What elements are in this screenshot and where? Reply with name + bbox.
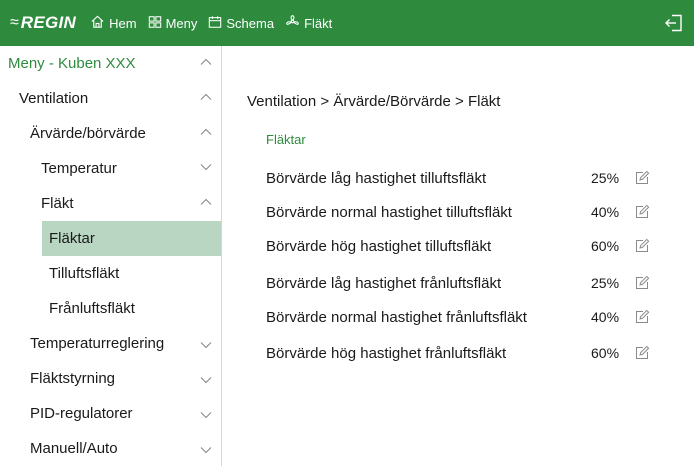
top-nav: Hem Meny Schema Fläkt bbox=[90, 14, 343, 32]
chevron-down-icon bbox=[200, 447, 212, 454]
setting-value: 40% bbox=[591, 204, 620, 220]
edit-icon[interactable] bbox=[634, 170, 650, 186]
home-icon bbox=[90, 14, 105, 32]
chevron-up-icon bbox=[200, 198, 212, 205]
brand-logo: REGIN bbox=[20, 13, 77, 32]
setting-row: Börvärde hög hastighet tilluftsfläkt 60% bbox=[223, 229, 694, 263]
setting-value: 60% bbox=[591, 238, 620, 254]
nav-item-hem[interactable]: Hem bbox=[90, 14, 137, 32]
setting-row: Börvärde normal hastighet tilluftsfläkt … bbox=[223, 195, 694, 229]
sidebar-item-tilluftsflakt[interactable]: Tilluftsfläkt bbox=[0, 256, 221, 291]
fan-icon bbox=[285, 14, 300, 32]
setting-label: Börvärde normal hastighet frånluftsfläkt bbox=[266, 308, 527, 326]
edit-icon[interactable] bbox=[634, 309, 650, 325]
nav-label: Meny bbox=[165, 15, 198, 31]
edit-icon[interactable] bbox=[634, 238, 650, 254]
sidebar-item-label: Temperatur bbox=[41, 160, 117, 177]
chevron-up-icon bbox=[200, 128, 212, 135]
sidebar-item-label: Manuell/Auto bbox=[30, 440, 118, 457]
sidebar-item-temperatur[interactable]: Temperatur bbox=[0, 151, 221, 186]
edit-icon[interactable] bbox=[634, 345, 650, 361]
setting-value: 40% bbox=[591, 309, 620, 325]
chevron-down-icon bbox=[200, 377, 212, 384]
sidebar-item-ventilation[interactable]: Ventilation bbox=[0, 81, 221, 116]
regin-waves-icon: ≈ bbox=[10, 14, 19, 31]
nav-label: Fläkt bbox=[304, 15, 333, 31]
sidebar-title[interactable]: Meny - Kuben XXX bbox=[0, 46, 221, 81]
setting-label: Börvärde normal hastighet tilluftsfläkt bbox=[266, 203, 512, 221]
edit-icon[interactable] bbox=[634, 275, 650, 291]
sidebar-item-temperaturreglering[interactable]: Temperaturreglering bbox=[0, 326, 221, 361]
section-title: Fläktar bbox=[266, 132, 306, 147]
grid-icon bbox=[148, 15, 162, 32]
setting-label: Börvärde hög hastighet tilluftsfläkt bbox=[266, 237, 492, 255]
nav-label: Schema bbox=[226, 15, 275, 31]
sidebar-item-label: Frånluftsfläkt bbox=[49, 300, 135, 317]
logout-icon[interactable] bbox=[664, 13, 684, 33]
setting-row: Börvärde låg hastighet frånluftsfläkt 25… bbox=[223, 266, 694, 300]
sidebar-title-label: Meny - Kuben XXX bbox=[8, 55, 136, 72]
top-bar: ≈ REGIN Hem Meny Schema Fläkt bbox=[0, 0, 694, 46]
setting-label: Börvärde låg hastighet tilluftsfläkt bbox=[266, 169, 487, 187]
nav-item-schema[interactable]: Schema bbox=[208, 15, 274, 32]
calendar-icon bbox=[208, 15, 222, 32]
setting-row: Börvärde normal hastighet frånluftsfläkt… bbox=[223, 300, 694, 334]
sidebar-item-flakt[interactable]: Fläkt bbox=[0, 186, 221, 221]
nav-label: Hem bbox=[109, 15, 137, 31]
chevron-up-icon bbox=[200, 93, 212, 100]
setting-label: Börvärde hög hastighet frånluftsfläkt bbox=[266, 344, 507, 362]
sidebar-item-pid-regulatorer[interactable]: PID-regulatorer bbox=[0, 396, 221, 431]
sidebar: Meny - Kuben XXX Ventilation Ärvärde/bör… bbox=[0, 46, 222, 466]
breadcrumb: Ventilation > Ärvärde/Börvärde > Fläkt bbox=[247, 93, 501, 110]
nav-item-flakt[interactable]: Fläkt bbox=[285, 14, 332, 32]
sidebar-item-label: Tilluftsfläkt bbox=[49, 265, 120, 282]
sidebar-item-flaktstyrning[interactable]: Fläktstyrning bbox=[0, 361, 221, 396]
sidebar-item-label: PID-regulatorer bbox=[30, 405, 133, 422]
setting-row: Börvärde hög hastighet frånluftsfläkt 60… bbox=[223, 336, 694, 370]
main-content: Ventilation > Ärvärde/Börvärde > Fläkt F… bbox=[223, 46, 694, 466]
sidebar-item-label: Ventilation bbox=[19, 90, 89, 107]
chevron-down-icon bbox=[200, 342, 212, 349]
setting-row: Börvärde låg hastighet tilluftsfläkt 25% bbox=[223, 161, 694, 195]
sidebar-item-label: Temperaturreglering bbox=[30, 335, 165, 352]
sidebar-item-flaktar[interactable]: Fläktar bbox=[42, 221, 221, 256]
sidebar-item-label: Fläktar bbox=[49, 230, 95, 247]
chevron-down-icon bbox=[200, 164, 212, 171]
sidebar-item-arvarde-borvarde[interactable]: Ärvärde/börvärde bbox=[0, 116, 221, 151]
edit-icon[interactable] bbox=[634, 204, 650, 220]
setting-value: 25% bbox=[591, 275, 620, 291]
chevron-down-icon bbox=[200, 412, 212, 419]
setting-value: 25% bbox=[591, 170, 620, 186]
nav-item-meny[interactable]: Meny bbox=[148, 15, 198, 32]
sidebar-item-label: Ärvärde/börvärde bbox=[30, 125, 146, 142]
sidebar-item-manuell-auto[interactable]: Manuell/Auto bbox=[0, 431, 221, 466]
chevron-up-icon bbox=[200, 58, 212, 65]
sidebar-item-franluftsflakt[interactable]: Frånluftsfläkt bbox=[0, 291, 221, 326]
sidebar-item-label: Fläktstyrning bbox=[30, 370, 116, 387]
setting-label: Börvärde låg hastighet frånluftsfläkt bbox=[266, 274, 502, 292]
brand[interactable]: ≈ REGIN bbox=[10, 13, 76, 33]
sidebar-item-label: Fläkt bbox=[41, 195, 74, 212]
setting-value: 60% bbox=[591, 345, 620, 361]
